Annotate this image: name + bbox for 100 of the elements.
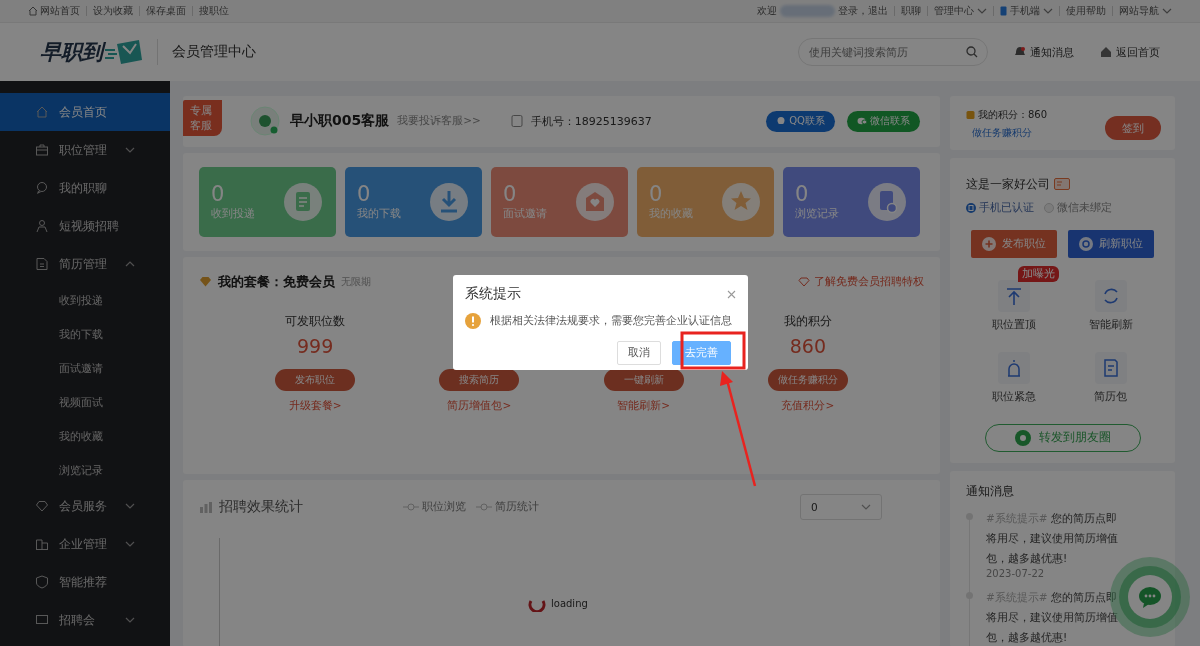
sidebar-subitem[interactable]: 面试邀请 — [0, 351, 170, 385]
sidebar-item[interactable]: 企业管理 — [0, 525, 170, 563]
quota-link[interactable]: 升级套餐> — [288, 398, 342, 413]
avatar — [250, 106, 280, 137]
header-link[interactable]: 通知消息 — [1014, 44, 1074, 60]
top-link[interactable]: 职聊 — [901, 4, 921, 18]
legend-line-icon — [476, 503, 492, 512]
sidebar-subitem[interactable]: 我的下载 — [0, 317, 170, 351]
stat-tile[interactable]: 0 我的下载 — [345, 166, 482, 237]
tool-item[interactable]: 简历包 — [1062, 339, 1159, 404]
sidebar-item[interactable]: 短视频招聘 — [0, 207, 170, 245]
tool-item[interactable]: 智能刷新 — [1062, 267, 1159, 332]
action-button[interactable]: 搜索简历 — [439, 368, 520, 391]
wechat-button[interactable]: 微信联系 — [847, 110, 920, 132]
privilege-link[interactable]: 了解免费会员招聘特权 — [798, 274, 924, 290]
cancel-button[interactable]: 取消 — [617, 341, 661, 365]
warning-icon — [465, 313, 481, 329]
sidebar-item[interactable]: 招聘会 — [0, 601, 170, 639]
verification-text: 手机已认证 — [979, 200, 1034, 215]
sidebar-item[interactable]: 我的职聊 — [0, 169, 170, 207]
quota-link[interactable]: 充值积分> — [781, 398, 835, 413]
caret-down-icon — [1162, 8, 1172, 14]
header-link[interactable]: 返回首页 — [1100, 44, 1160, 60]
top-link[interactable]: 使用帮助 — [1066, 4, 1106, 18]
home-icon — [28, 6, 38, 16]
tool-icon — [1094, 351, 1127, 384]
share-button[interactable]: 转发到朋友圈 — [984, 423, 1141, 452]
top-link[interactable]: 手机端 — [1000, 4, 1053, 18]
stat-label: 收到投递 — [211, 206, 255, 222]
range-select[interactable]: 0 — [800, 494, 882, 521]
menu-item-icon — [35, 575, 49, 589]
top-link[interactable]: 保存桌面 — [146, 4, 186, 18]
top-link[interactable]: 搜职位 — [199, 4, 229, 18]
loading-text: loading — [551, 597, 588, 609]
caret-down-icon — [861, 504, 871, 511]
legend-item: 职位浏览 — [403, 500, 466, 515]
stat-label: 我的收藏 — [649, 206, 693, 222]
stat-value: 0 — [211, 182, 226, 207]
username-blur — [780, 5, 835, 17]
top-link[interactable]: 设为收藏 — [93, 4, 133, 18]
search-icon — [966, 46, 978, 58]
quota-value: 860 — [789, 333, 826, 359]
menu-item-icon — [35, 499, 49, 513]
top-link[interactable]: 网站导航 — [1119, 4, 1172, 18]
caret-down-icon — [125, 503, 135, 509]
stat-value: 0 — [795, 182, 810, 207]
search-field[interactable]: 使用关键词搜索简历 — [798, 38, 988, 66]
notice-title: 通知消息 — [966, 483, 1015, 501]
top-link[interactable]: 管理中心 — [934, 4, 987, 18]
sidebar-subitem[interactable]: 收到投递 — [0, 283, 170, 317]
sidebar-item[interactable]: 智能推荐 — [0, 563, 170, 601]
sidebar-subitem[interactable]: 视频面试 — [0, 385, 170, 419]
menu-item-icon — [35, 613, 49, 627]
id-card-icon — [1054, 178, 1070, 191]
sidebar-item[interactable]: 会员首页 — [0, 93, 170, 131]
tile-icon — [284, 182, 322, 221]
caret-down-icon — [125, 147, 135, 153]
quota-link[interactable]: 智能刷新> — [617, 398, 671, 413]
post-job-button[interactable]: 发布职位 — [971, 229, 1057, 258]
close-icon — [727, 289, 736, 299]
login-text[interactable]: 登录，退出 — [838, 4, 888, 18]
sidebar-item[interactable]: 职位管理 — [0, 131, 170, 169]
menu-item-icon — [35, 181, 49, 195]
menu-item-icon — [35, 537, 49, 551]
refresh-job-button[interactable]: 刷新职位 — [1068, 229, 1154, 258]
sign-in-button[interactable]: 签到 — [1105, 116, 1161, 140]
tile-icon — [722, 182, 760, 221]
menu-item-icon — [35, 143, 49, 157]
tool-icon — [998, 279, 1031, 312]
menu-item-icon — [35, 105, 49, 119]
top-link[interactable]: 网站首页 — [40, 4, 80, 18]
phone-icon — [1000, 6, 1007, 16]
chart-title: 招聘效果统计 — [219, 498, 303, 517]
stat-value: 0 — [503, 182, 518, 207]
bar-chart-icon — [199, 501, 213, 514]
caret-down-icon — [125, 541, 135, 547]
tool-icon — [1094, 279, 1127, 312]
task-link[interactable]: 做任务赚积分 — [972, 126, 1048, 140]
sidebar-item[interactable]: 简历管理 — [0, 245, 170, 283]
action-button[interactable]: 发布职位 — [275, 368, 356, 391]
legend-line-icon — [403, 503, 419, 512]
dialog-message: 根据相关法律法规要求，需要您完善企业认证信息 — [490, 314, 732, 328]
points-text: 我的积分：860 — [978, 108, 1048, 122]
diamond-icon — [798, 276, 810, 287]
confirm-button[interactable]: 去完善 — [672, 341, 731, 365]
service-name: 早小职005客服 — [290, 112, 390, 131]
qq-button[interactable]: QQ联系 — [766, 110, 835, 132]
quota-label: 可发职位数 — [285, 312, 346, 330]
verified-icon — [966, 202, 976, 213]
caret-up-icon — [125, 261, 135, 267]
tool-item[interactable]: 职位紧急 — [966, 339, 1063, 404]
sidebar-item[interactable]: 会员服务 — [0, 487, 170, 525]
plus-icon — [982, 236, 996, 251]
quota-link[interactable]: 简历增值包> — [447, 398, 512, 413]
sidebar-subitem[interactable]: 浏览记录 — [0, 453, 170, 487]
sidebar-subitem[interactable]: 我的收藏 — [0, 419, 170, 453]
action-button[interactable]: 做任务赚积分 — [767, 368, 848, 391]
stat-value: 0 — [357, 182, 372, 207]
bell-icon — [1014, 46, 1026, 58]
greeting-text: 欢迎 — [757, 4, 777, 18]
